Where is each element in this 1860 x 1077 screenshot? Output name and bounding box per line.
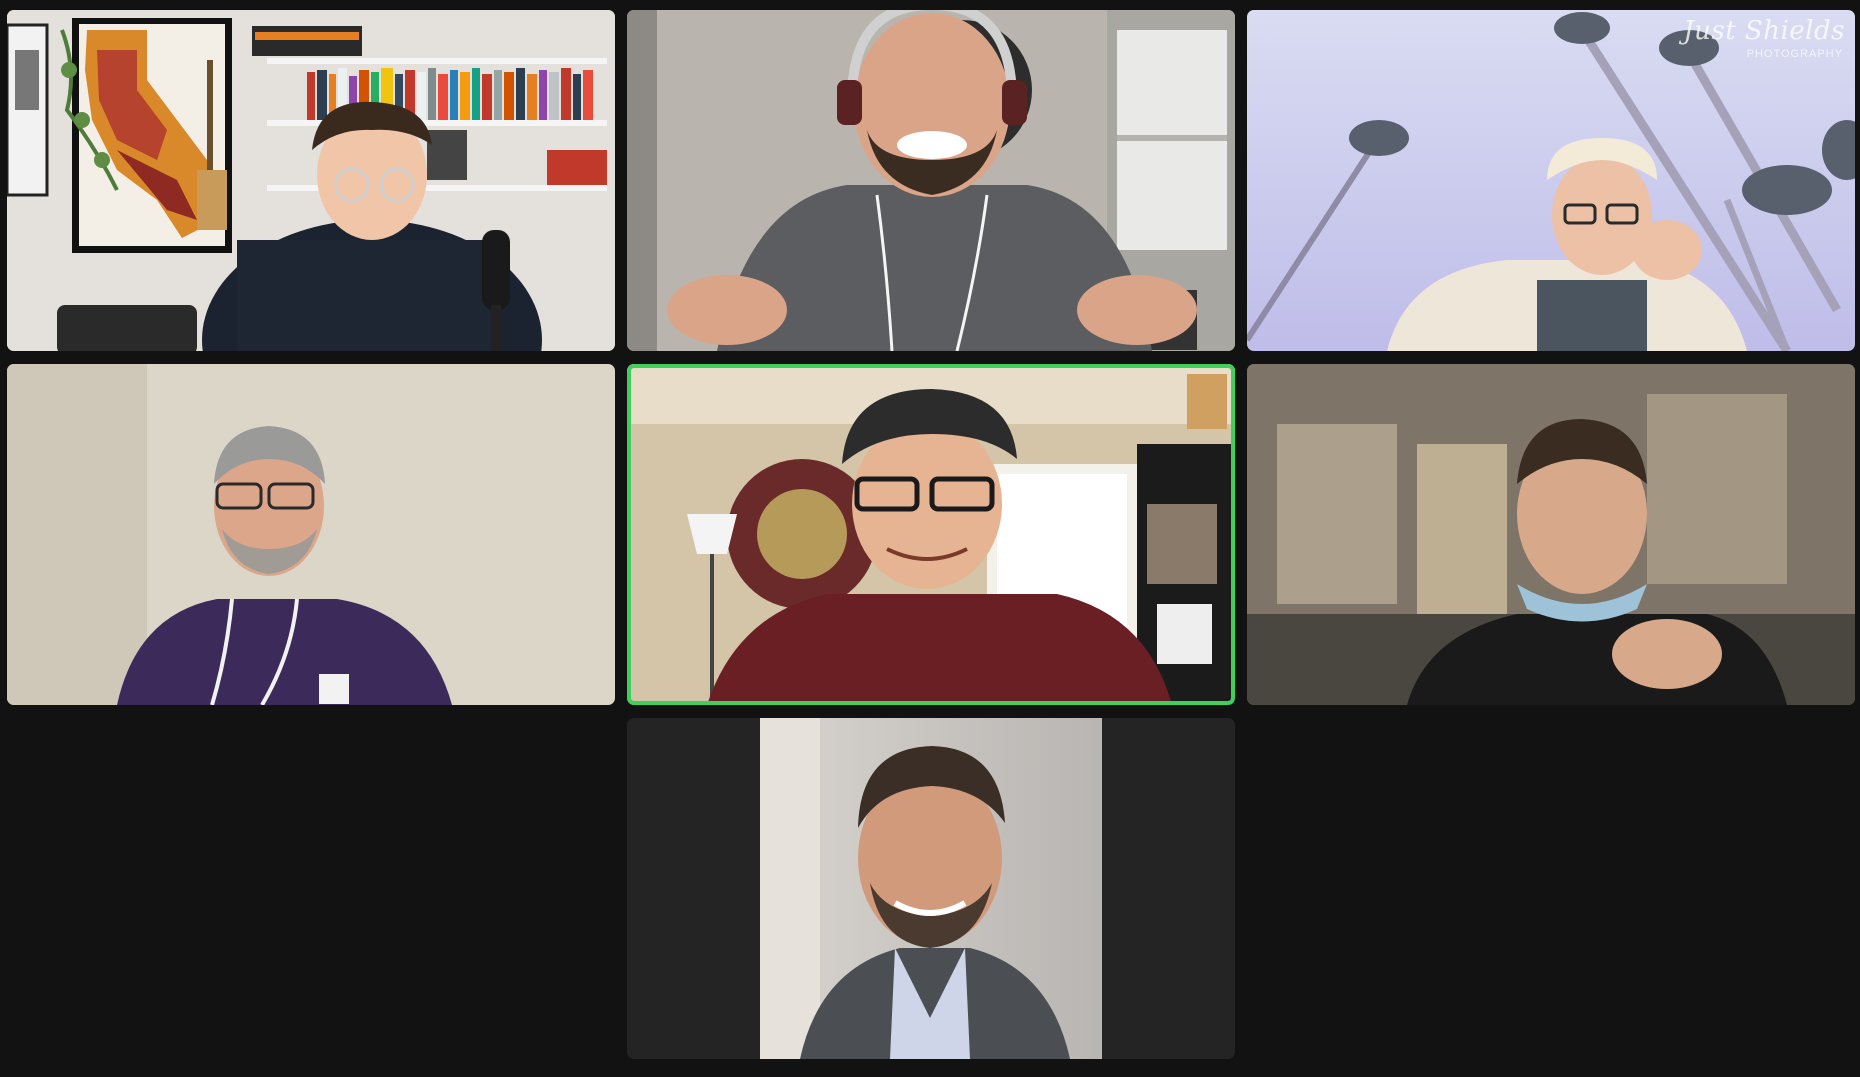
participant-video-feed <box>1247 364 1855 705</box>
participant-video-1[interactable] <box>7 10 615 351</box>
watermark-subtitle: PHOTOGRAPHY <box>1746 48 1843 60</box>
profile-photo <box>760 718 1102 1059</box>
participant-video-feed <box>7 364 615 705</box>
participant-video-feed <box>627 10 1235 351</box>
participant-video-2[interactable] <box>627 10 1235 351</box>
participant-video-7-profile-photo[interactable] <box>627 718 1235 1059</box>
participant-video-4[interactable] <box>7 364 615 705</box>
watermark-title: Just Shields <box>1683 16 1845 46</box>
participant-video-5-active-speaker[interactable] <box>627 364 1235 705</box>
profile-photo-image <box>760 718 1102 1059</box>
participant-video-feed <box>627 364 1235 705</box>
participant-video-feed <box>7 10 615 351</box>
participant-video-feed <box>1247 10 1855 351</box>
video-gallery: Just Shields PHOTOGRAPHY <box>0 0 1860 1077</box>
participant-video-6[interactable] <box>1247 364 1855 705</box>
participant-video-3[interactable]: Just Shields PHOTOGRAPHY <box>1247 10 1855 351</box>
